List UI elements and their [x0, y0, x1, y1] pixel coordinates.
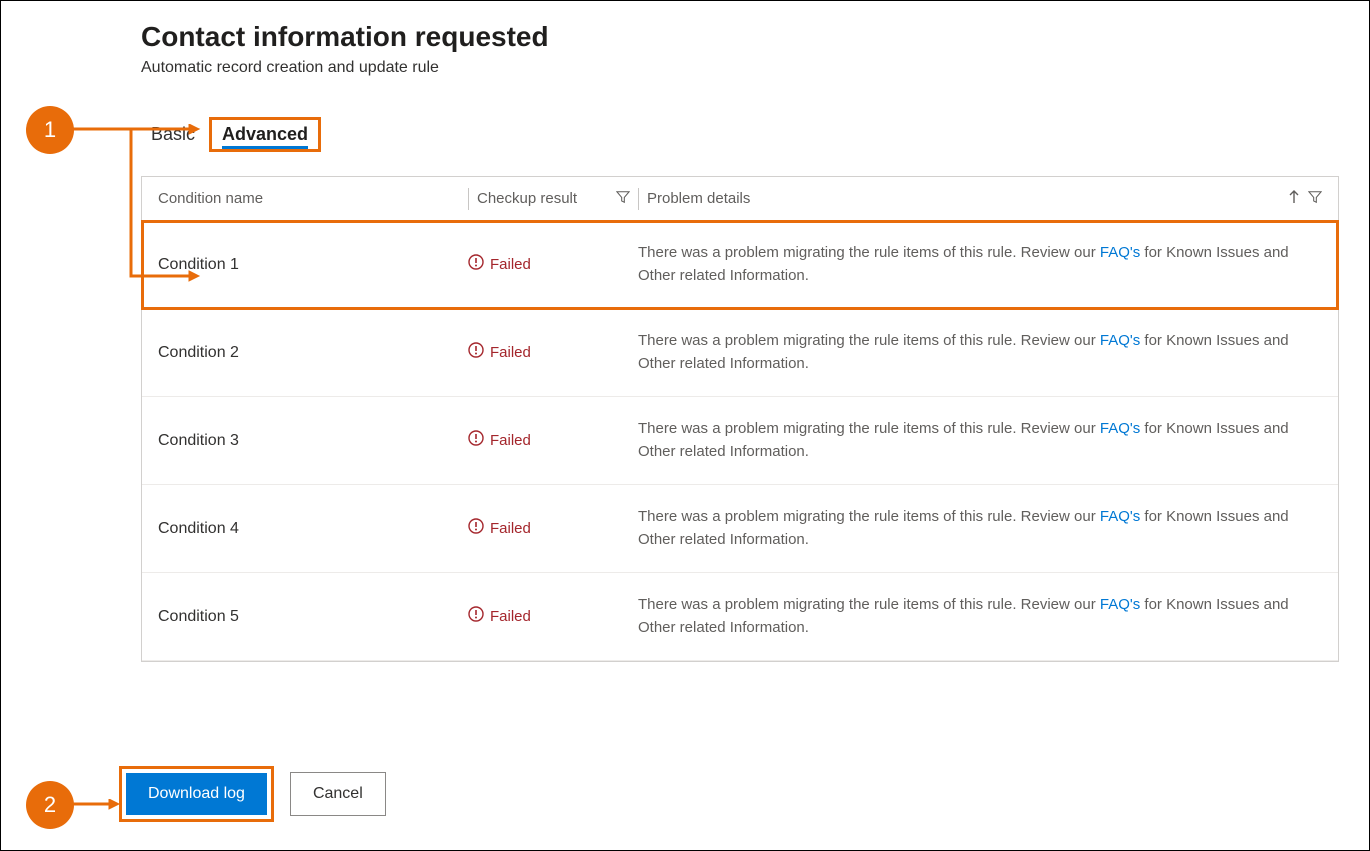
checkup-result-cell: Failed: [468, 254, 638, 275]
annotation-highlight-download: Download log: [119, 766, 274, 822]
table-row[interactable]: Condition 3 Failed There was a problem mig…: [142, 397, 1338, 485]
result-status: Failed: [490, 520, 531, 537]
detail-text: There was a problem migrating the rule i…: [638, 596, 1100, 613]
problem-details-cell: There was a problem migrating the rule i…: [638, 418, 1322, 463]
condition-name-cell: Condition 3: [158, 432, 468, 450]
download-log-button[interactable]: Download log: [126, 773, 267, 815]
faq-link[interactable]: FAQ's: [1100, 508, 1140, 525]
condition-name-cell: Condition 4: [158, 520, 468, 538]
detail-text: There was a problem migrating the rule i…: [638, 508, 1100, 525]
result-status: Failed: [490, 344, 531, 361]
checkup-result-cell: Failed: [468, 606, 638, 627]
table-row[interactable]: Condition 1 Failed There was a problem mig…: [142, 221, 1338, 309]
th-checkup-result[interactable]: Checkup result: [477, 190, 577, 207]
cancel-button[interactable]: Cancel: [290, 772, 386, 816]
th-problem-details[interactable]: Problem details: [647, 190, 750, 207]
faq-link[interactable]: FAQ's: [1100, 420, 1140, 437]
table-row[interactable]: Condition 2 Failed There was a problem mig…: [142, 309, 1338, 397]
result-status: Failed: [490, 432, 531, 449]
checkup-result-cell: Failed: [468, 430, 638, 451]
result-status: Failed: [490, 608, 531, 625]
annotation-arrow-1: [71, 126, 201, 286]
page-title: Contact information requested: [141, 21, 1369, 53]
tabs: Basic Advanced: [141, 117, 1369, 152]
result-status: Failed: [490, 256, 531, 273]
checkup-result-cell: Failed: [468, 342, 638, 363]
error-icon: [468, 342, 484, 363]
faq-link[interactable]: FAQ's: [1100, 244, 1140, 261]
detail-text: There was a problem migrating the rule i…: [638, 244, 1100, 261]
condition-name-cell: Condition 1: [158, 256, 468, 274]
filter-icon[interactable]: [616, 190, 630, 208]
problem-details-cell: There was a problem migrating the rule i…: [638, 506, 1322, 551]
error-icon: [468, 518, 484, 539]
table-row[interactable]: Condition 5 Failed There was a problem mig…: [142, 573, 1338, 661]
annotation-arrow-1b: [71, 124, 201, 138]
problem-details-cell: There was a problem migrating the rule i…: [638, 330, 1322, 375]
condition-name-cell: Condition 5: [158, 608, 468, 626]
annotation-callout-2: 2: [26, 781, 74, 829]
error-icon: [468, 430, 484, 451]
condition-name-cell: Condition 2: [158, 344, 468, 362]
checkup-result-cell: Failed: [468, 518, 638, 539]
faq-link[interactable]: FAQ's: [1100, 332, 1140, 349]
sort-icon[interactable]: [1288, 190, 1300, 208]
detail-text: There was a problem migrating the rule i…: [638, 332, 1100, 349]
th-condition-name[interactable]: Condition name: [158, 190, 468, 207]
problem-details-cell: There was a problem migrating the rule i…: [638, 594, 1322, 639]
footer-buttons: Download log Cancel: [119, 766, 386, 822]
annotation-highlight-tab: Advanced: [209, 117, 321, 152]
error-icon: [468, 606, 484, 627]
faq-link[interactable]: FAQ's: [1100, 596, 1140, 613]
error-icon: [468, 254, 484, 275]
detail-text: There was a problem migrating the rule i…: [638, 420, 1100, 437]
annotation-arrow-2: [71, 799, 121, 813]
tab-advanced[interactable]: Advanced: [222, 124, 308, 149]
table-header: Condition name Checkup result Problem de…: [142, 177, 1338, 221]
page-subtitle: Automatic record creation and update rul…: [141, 59, 1369, 77]
conditions-table: Condition name Checkup result Problem de…: [141, 176, 1339, 662]
table-row[interactable]: Condition 4 Failed There was a problem mig…: [142, 485, 1338, 573]
annotation-callout-1: 1: [26, 106, 74, 154]
filter-icon[interactable]: [1308, 190, 1322, 208]
problem-details-cell: There was a problem migrating the rule i…: [638, 242, 1322, 287]
